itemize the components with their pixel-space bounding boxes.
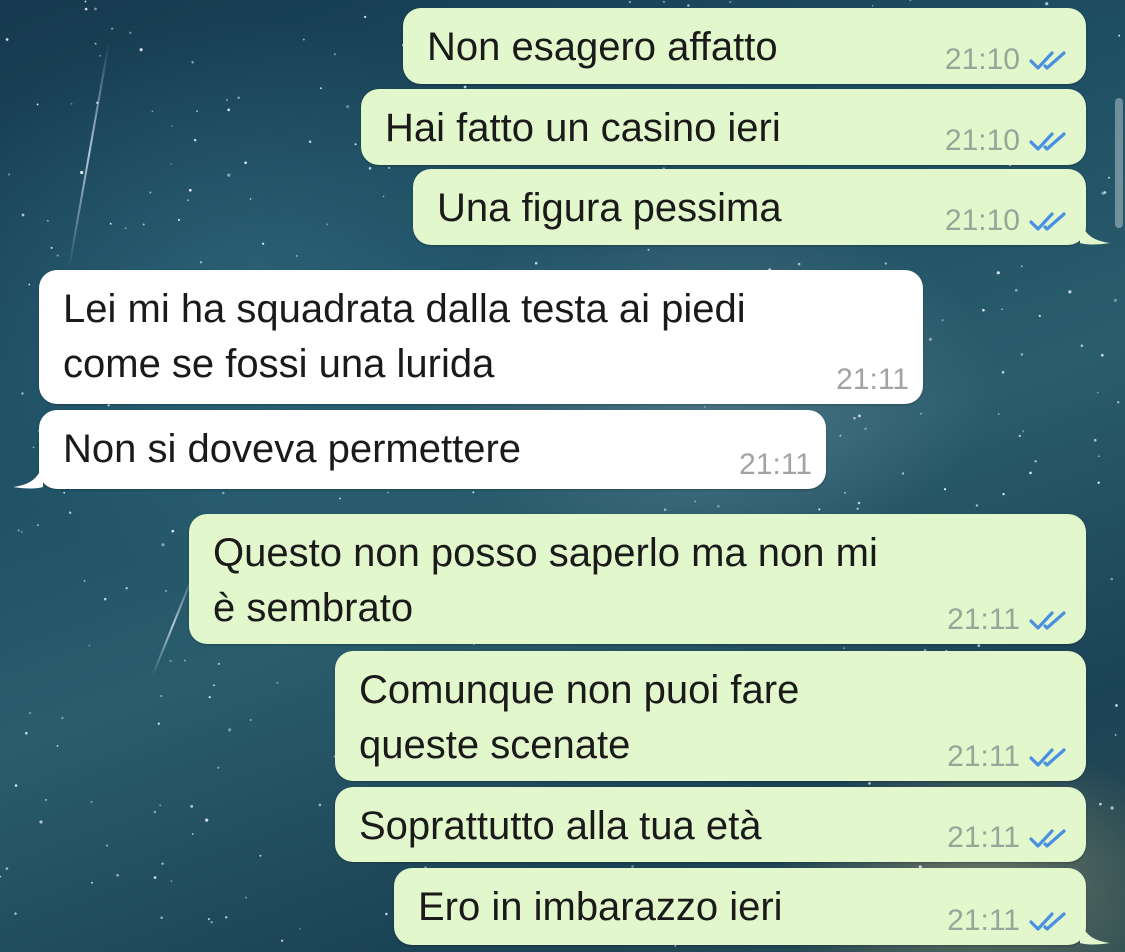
bubble-tail [1080, 919, 1110, 945]
message-meta: 21:10 [945, 42, 1072, 78]
message-text: Lei mi ha squadrata dalla testa ai piedi… [63, 287, 746, 386]
message-bubble-outgoing[interactable]: Questo non posso saperlo ma non mi è sem… [189, 514, 1086, 644]
message-bubble-outgoing[interactable]: Hai fatto un casino ieri 21:10 [361, 89, 1086, 165]
message-meta: 21:11 [739, 447, 812, 483]
message-time: 21:11 [739, 448, 812, 481]
message-time: 21:10 [944, 124, 1020, 157]
message-meta: 21:11 [947, 739, 1072, 775]
message-time: 21:11 [947, 603, 1020, 636]
message-time: 21:10 [944, 43, 1020, 76]
message-bubble-outgoing[interactable]: Ero in imbarazzo ieri 21:11 [394, 868, 1110, 945]
message-meta: 21:10 [945, 123, 1072, 159]
message-bubble-outgoing[interactable]: Soprattutto alla tua età 21:11 [335, 787, 1086, 862]
message-meta: 21:11 [947, 602, 1072, 638]
message-text: Non si doveva permettere [63, 427, 522, 471]
chat-scrollbar[interactable] [1115, 98, 1123, 228]
message-bubble-incoming[interactable]: Non si doveva permettere 21:11 [13, 410, 826, 489]
double-check-read-icon [1029, 212, 1066, 231]
double-check-read-icon [1029, 829, 1066, 848]
message-bubble-incoming[interactable]: Lei mi ha squadrata dalla testa ai piedi… [39, 270, 923, 404]
double-check-read-icon [1029, 611, 1066, 630]
bubble-tail [13, 463, 43, 489]
double-check-read-icon [1029, 132, 1066, 151]
message-bubble-outgoing[interactable]: Comunque non puoi fare queste scenate 21… [335, 651, 1086, 781]
message-meta: 21:10 [945, 203, 1072, 239]
message-bubble-outgoing[interactable]: Una figura pessima 21:10 [413, 169, 1110, 245]
message-bubble-outgoing[interactable]: Non esagero affatto 21:10 [403, 8, 1086, 84]
message-time: 21:11 [836, 363, 909, 396]
message-time: 21:11 [947, 740, 1020, 773]
message-time: 21:11 [947, 904, 1020, 937]
message-meta: 21:11 [947, 903, 1072, 939]
message-meta: 21:11 [947, 820, 1072, 856]
double-check-read-icon [1029, 51, 1066, 70]
bubble-tail [1080, 219, 1110, 245]
message-meta: 21:11 [836, 362, 909, 398]
double-check-read-icon [1029, 912, 1066, 931]
message-time: 21:11 [947, 821, 1020, 854]
double-check-read-icon [1029, 748, 1066, 767]
message-time: 21:10 [944, 204, 1020, 237]
